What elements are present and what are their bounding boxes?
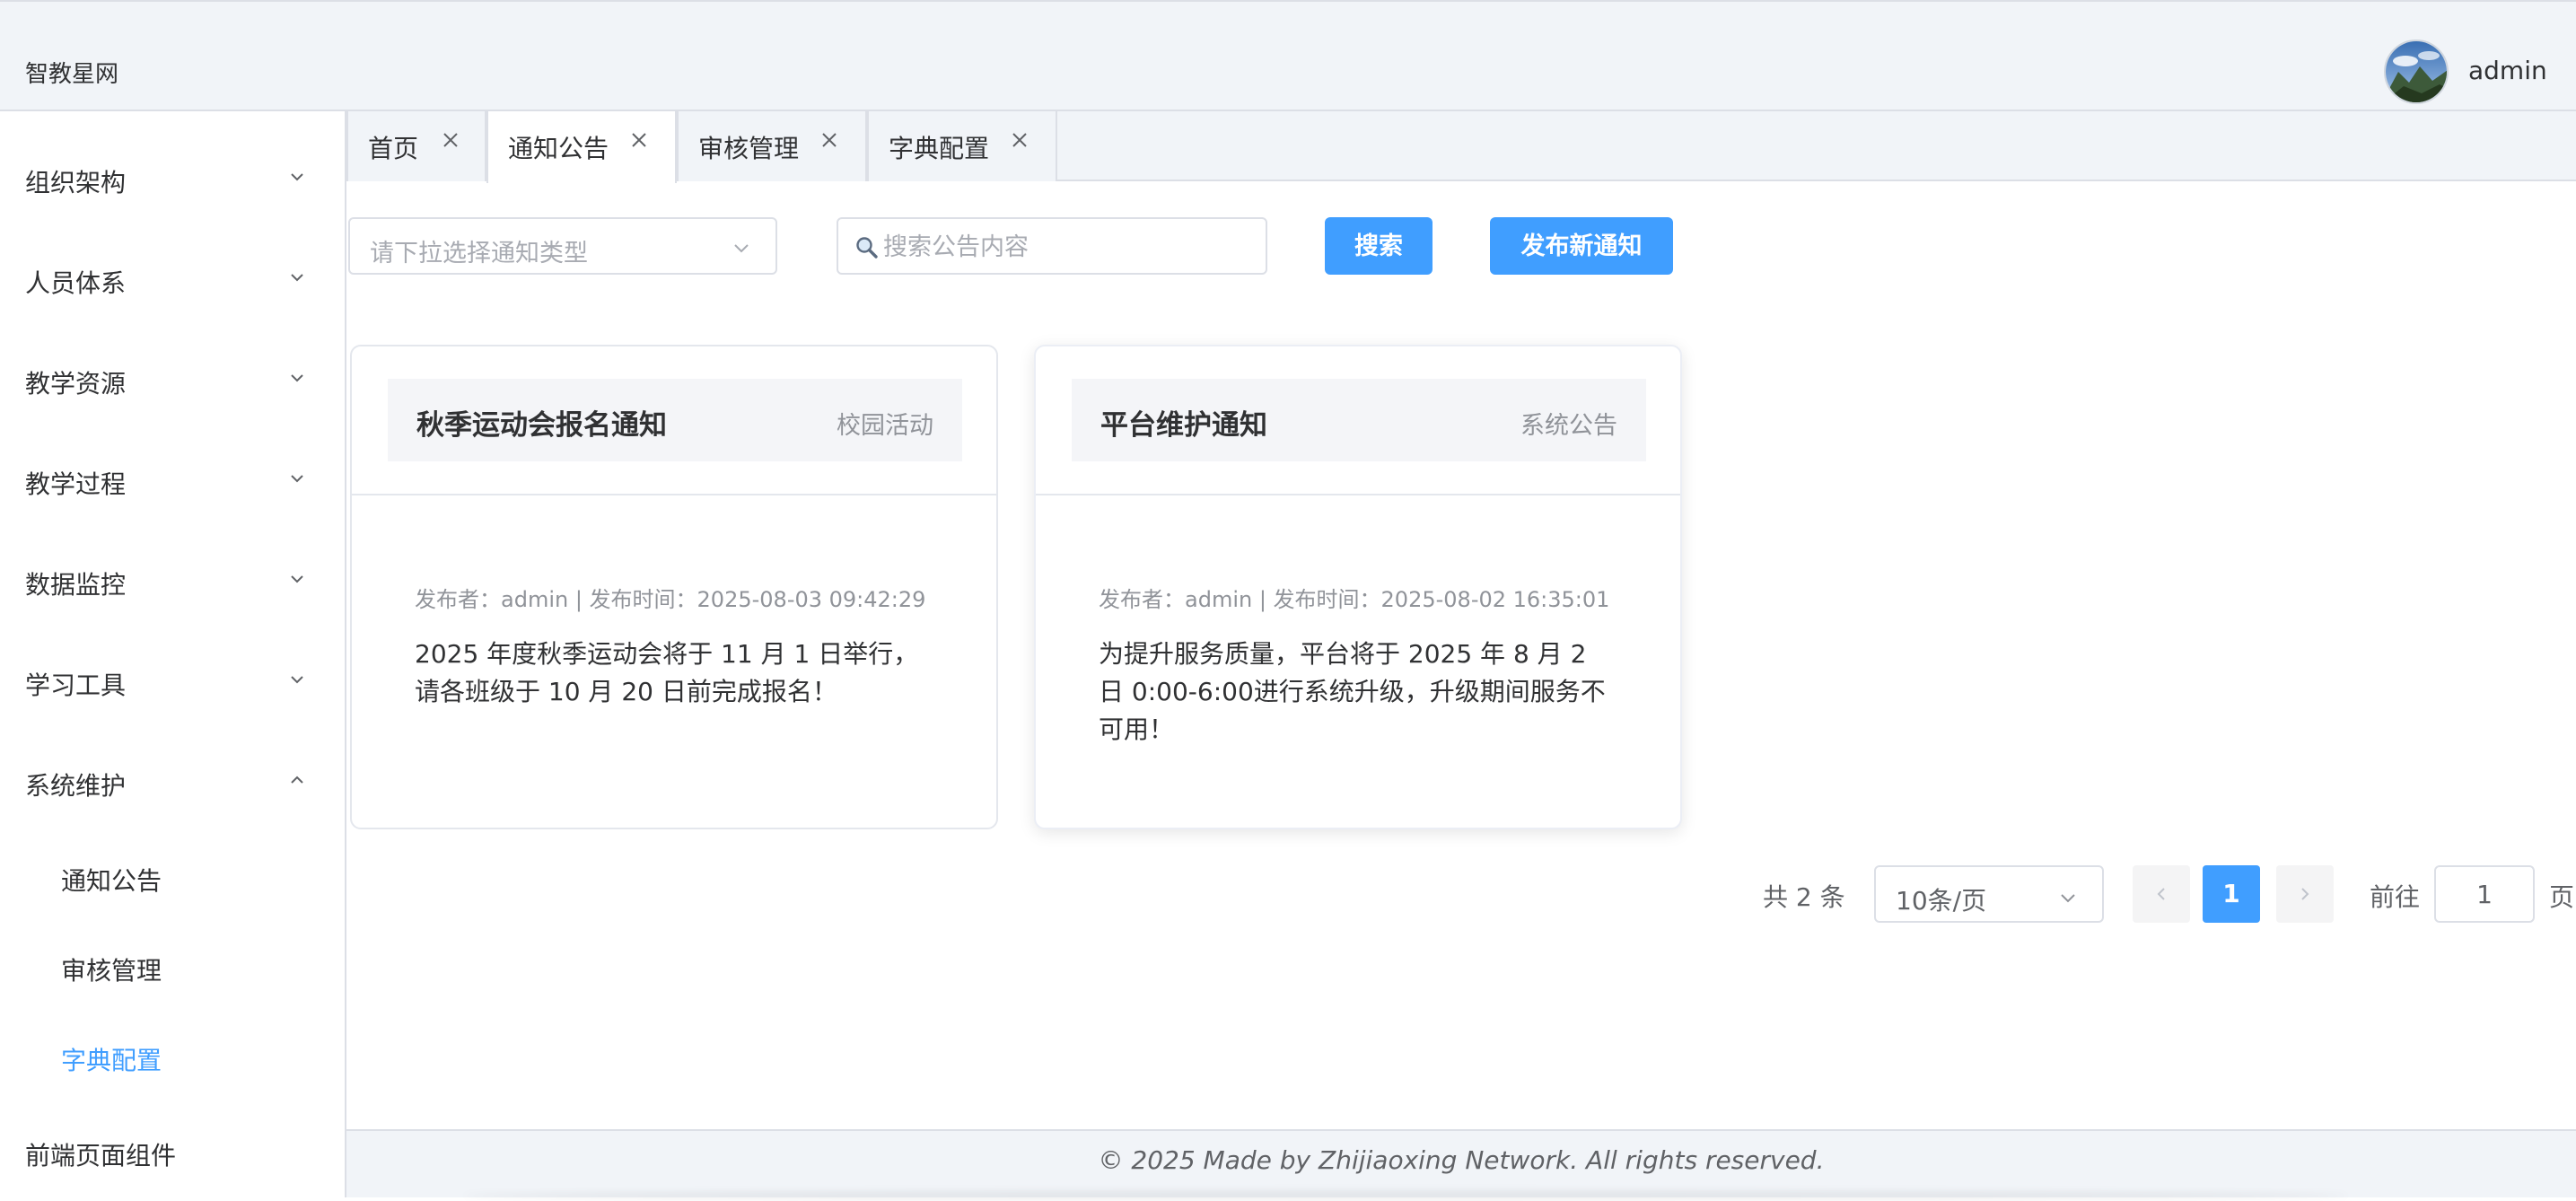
publish-notice-button[interactable]: 发布新通知 — [1490, 217, 1673, 275]
notice-category: 系统公告 — [1520, 412, 1617, 440]
tab-label: 字典配置 — [889, 134, 990, 163]
user-avatar[interactable] — [2384, 39, 2449, 104]
notice-meta: 发布者：admin | 发布时间：2025-08-02 16:35:01 — [1099, 587, 1610, 612]
notice-card[interactable]: 平台维护通知 系统公告 发布者：admin | 发布时间：2025-08-02 … — [1034, 345, 1682, 829]
footer-shadow — [463, 1190, 2348, 1201]
footer-copyright: © 2025 Made by Zhijiaoxing Network. All … — [1098, 1145, 1825, 1175]
sidebar-item-teaching-process[interactable]: 教学过程 — [0, 443, 345, 515]
notice-card-header: 平台维护通知 系统公告 — [1072, 379, 1646, 461]
chevron-left-icon — [2157, 888, 2165, 900]
notice-category: 校园活动 — [837, 412, 933, 440]
chevron-down-icon — [291, 475, 303, 483]
tab-home[interactable]: 首页 — [346, 111, 486, 181]
sidebar-subitem-label: 审核管理 — [61, 956, 162, 986]
tab-review[interactable]: 审核管理 — [677, 111, 867, 181]
close-icon[interactable] — [440, 129, 461, 151]
close-icon[interactable] — [1009, 129, 1030, 151]
sidebar-subitem-label: 通知公告 — [61, 866, 162, 896]
notice-type-select[interactable]: 请下拉选择通知类型 — [348, 217, 777, 275]
goto-suffix: 页 — [2549, 882, 2575, 912]
chevron-right-icon — [2301, 888, 2309, 900]
goto-label: 前往 — [2370, 882, 2421, 912]
notice-content: 为提升服务质量，平台将于 2025 年 8 月 2 日 0:00-6:00进行系… — [1099, 639, 1606, 744]
page-size-select[interactable]: 10条/页 — [1874, 865, 2104, 923]
chevron-down-icon — [291, 274, 303, 282]
sidebar-item-label: 系统维护 — [25, 771, 127, 801]
chevron-down-icon — [291, 374, 303, 382]
sidebar-subitem-notices[interactable]: 通知公告 — [0, 840, 345, 912]
brand-title: 智教星网 — [25, 61, 119, 88]
page-footer: © 2025 Made by Zhijiaoxing Network. All … — [346, 1129, 2576, 1201]
chevron-down-icon — [734, 244, 749, 253]
notice-content: 2025 年度秋季运动会将于 11 月 1 日举行，请各班级于 10 月 20 … — [415, 639, 919, 706]
sidebar-item-label: 教学过程 — [25, 469, 127, 499]
username-label[interactable]: admin — [2468, 56, 2547, 85]
top-header: 智教星网 admin — [0, 0, 2576, 111]
tab-label: 首页 — [368, 134, 419, 163]
notice-meta: 发布者：admin | 发布时间：2025-08-03 09:42:29 — [415, 587, 926, 612]
chevron-up-icon — [291, 776, 303, 784]
search-icon — [856, 237, 878, 259]
chevron-down-icon — [291, 575, 303, 583]
chevron-down-icon — [2061, 894, 2075, 903]
search-field[interactable] — [837, 217, 1267, 275]
avatar-image — [2386, 41, 2447, 102]
tab-bar: 首页 通知公告 审核管理 字典配置 — [346, 111, 2576, 183]
notice-title: 平台维护通知 — [1100, 409, 1267, 442]
close-icon[interactable] — [628, 129, 650, 151]
tab-notices[interactable]: 通知公告 — [486, 111, 677, 183]
divider — [352, 494, 996, 495]
sidebar-item-frontend-components[interactable]: 前端页面组件 — [0, 1115, 345, 1187]
sidebar-item-label: 学习工具 — [25, 671, 127, 700]
search-button[interactable]: 搜索 — [1325, 217, 1433, 275]
notice-card-header: 秋季运动会报名通知 校园活动 — [388, 379, 962, 461]
page-number-current[interactable]: 1 — [2203, 865, 2260, 923]
notice-type-placeholder: 请下拉选择通知类型 — [370, 240, 588, 267]
search-input[interactable] — [881, 228, 1258, 266]
sidebar-item-teaching-resources[interactable]: 教学资源 — [0, 343, 345, 415]
pagination-total: 共 2 条 — [1763, 882, 1845, 912]
sidebar-item-label: 组织架构 — [25, 168, 127, 197]
sidebar-item-label: 教学资源 — [25, 369, 127, 399]
next-page-button[interactable] — [2276, 865, 2334, 923]
sidebar-item-label: 前端页面组件 — [25, 1141, 177, 1170]
tab-dictionary[interactable]: 字典配置 — [867, 111, 1057, 181]
chevron-down-icon — [291, 676, 303, 684]
sidebar-item-label: 人员体系 — [25, 268, 127, 298]
goto-page-input[interactable] — [2434, 865, 2535, 923]
sidebar-item-label: 数据监控 — [25, 570, 127, 600]
sidebar-subitem-dictionary[interactable]: 字典配置 — [0, 1020, 345, 1091]
page-size-value: 10条/页 — [1896, 886, 1987, 916]
sidebar-subitem-review[interactable]: 审核管理 — [0, 930, 345, 1002]
sidebar-item-personnel[interactable]: 人员体系 — [0, 242, 345, 314]
sidebar-item-learning-tools[interactable]: 学习工具 — [0, 644, 345, 716]
prev-page-button[interactable] — [2133, 865, 2190, 923]
sidebar-item-data-monitoring[interactable]: 数据监控 — [0, 544, 345, 616]
sidebar-item-organization[interactable]: 组织架构 — [0, 142, 345, 214]
tab-label: 通知公告 — [508, 134, 609, 163]
chevron-down-icon — [291, 173, 303, 181]
divider — [1036, 494, 1680, 495]
notice-title: 秋季运动会报名通知 — [416, 409, 667, 442]
sidebar-subitem-label: 字典配置 — [61, 1046, 162, 1075]
tab-label: 审核管理 — [698, 134, 800, 163]
notice-card[interactable]: 秋季运动会报名通知 校园活动 发布者：admin | 发布时间：2025-08-… — [350, 345, 998, 829]
sidebar-item-system-maintenance[interactable]: 系统维护 — [0, 745, 345, 817]
close-icon[interactable] — [819, 129, 840, 151]
